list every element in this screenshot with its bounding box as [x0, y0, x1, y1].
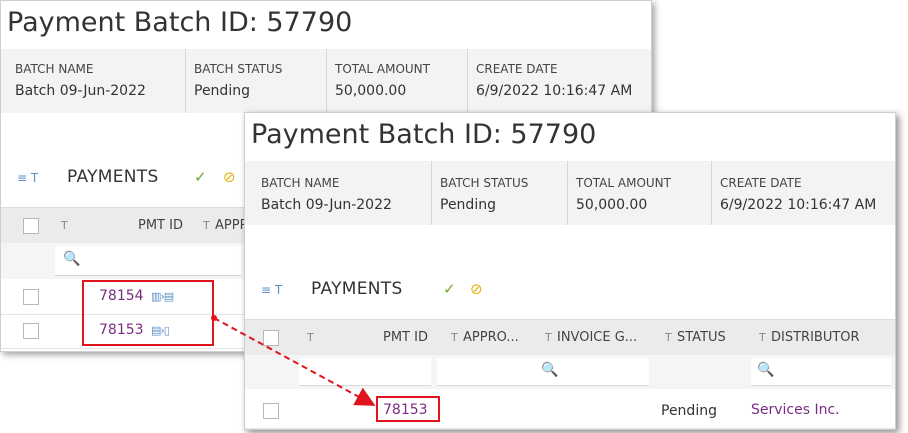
annotation-arrow	[211, 315, 376, 406]
